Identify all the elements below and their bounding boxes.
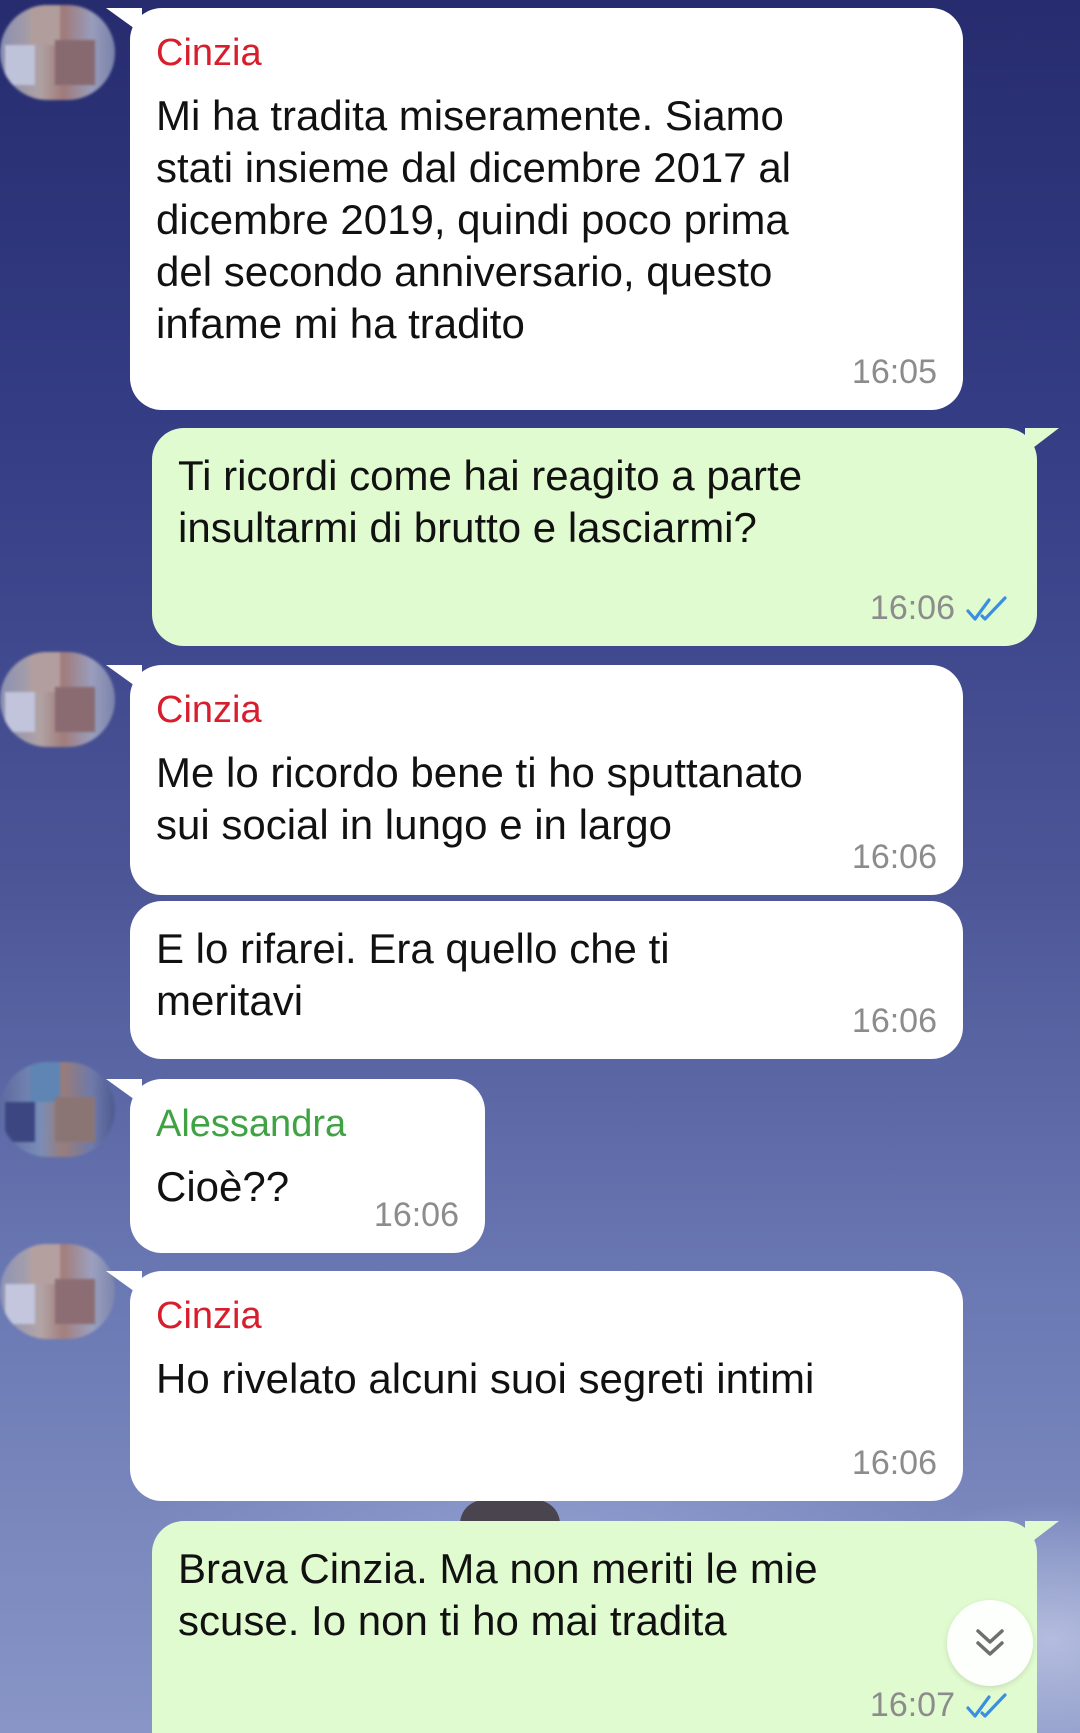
message-timestamp: 16:06 — [851, 1444, 937, 1482]
sender-name[interactable]: Cinzia — [156, 1293, 937, 1339]
scroll-to-bottom-button[interactable] — [947, 1600, 1033, 1686]
message-text: Brava Cinzia. Ma non meriti le mie scuse… — [178, 1545, 818, 1644]
message-text: E lo rifarei. Era quello che ti meritavi — [156, 925, 670, 1024]
double-check-icon — [966, 595, 1007, 621]
message-text: Ti ricordi come hai reagito a parte insu… — [178, 452, 803, 551]
sender-name[interactable]: Cinzia — [156, 687, 937, 733]
message-text: Me lo ricordo bene ti ho sputtanato sui … — [156, 749, 803, 848]
double-chevron-down-icon — [976, 1629, 1004, 1656]
avatar-cinzia[interactable] — [0, 5, 115, 100]
avatar-alessandra[interactable] — [0, 1062, 115, 1157]
message-text: Ho rivelato alcuni suoi segreti intimi — [156, 1355, 815, 1402]
double-check-icon — [966, 1692, 1007, 1718]
avatar-cinzia[interactable] — [0, 1244, 115, 1339]
message-bubble-incoming[interactable]: Cinzia Me lo ricordo bene ti ho sputtana… — [106, 665, 963, 895]
message-bubble-outgoing[interactable]: Ti ricordi come hai reagito a parte insu… — [152, 428, 1059, 646]
message-bubble-incoming[interactable]: Cinzia Mi ha tradita miseramente. Siamo … — [106, 8, 963, 410]
message-timestamp: 16:06 — [851, 838, 937, 876]
avatar-cinzia[interactable] — [0, 652, 115, 747]
message-bubble-incoming[interactable]: E lo rifarei. Era quello che ti meritavi… — [130, 901, 963, 1059]
message-bubble-outgoing[interactable]: Brava Cinzia. Ma non meriti le mie scuse… — [152, 1521, 1059, 1733]
sender-name[interactable]: Cinzia — [156, 30, 937, 76]
message-timestamp: 16:05 — [851, 353, 937, 391]
message-bubble-incoming[interactable]: Alessandra Cioè?? 16:06 — [106, 1079, 485, 1253]
message-bubble-incoming[interactable]: Cinzia Ho rivelato alcuni suoi segreti i… — [106, 1271, 963, 1501]
message-text: Mi ha tradita miseramente. Siamo stati i… — [156, 92, 792, 347]
message-timestamp: 16:06 — [870, 589, 1011, 628]
message-timestamp: 16:07 — [870, 1686, 1011, 1725]
sender-name[interactable]: Alessandra — [156, 1101, 459, 1147]
message-timestamp: 16:06 — [851, 1002, 937, 1040]
message-timestamp: 16:06 — [373, 1196, 459, 1234]
